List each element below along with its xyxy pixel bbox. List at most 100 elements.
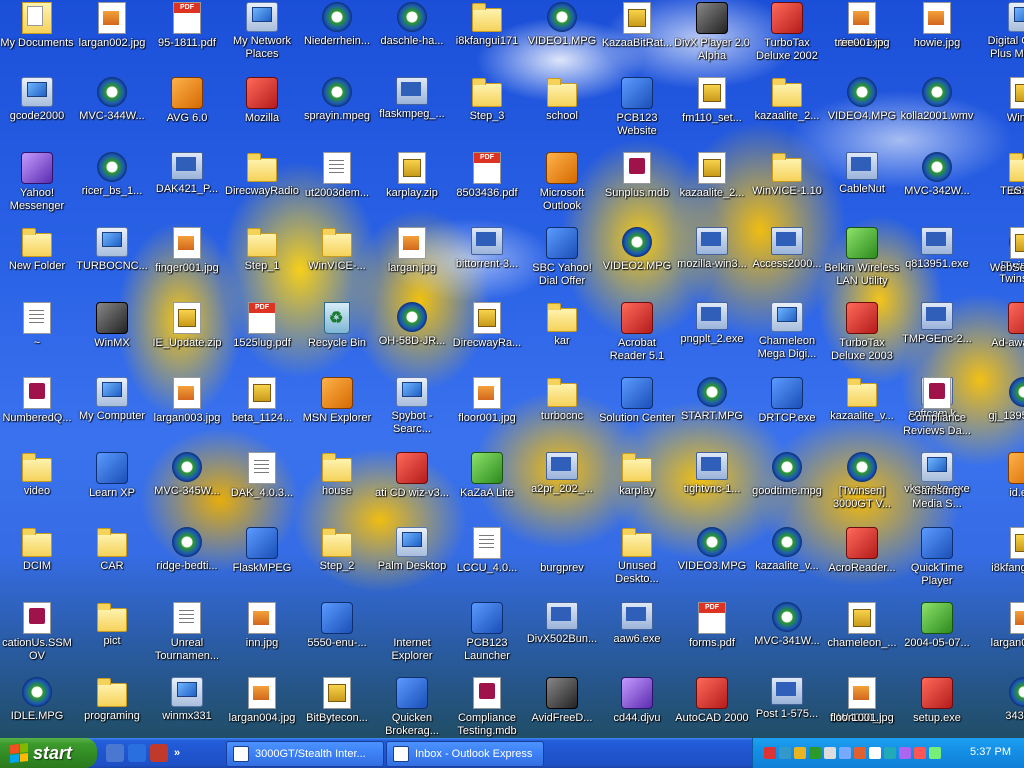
desktop-icon[interactable]: bittorrent-3... xyxy=(449,227,525,271)
desktop-icon[interactable]: Compliance Testing.mdb xyxy=(449,677,525,738)
show-desktop-icon[interactable] xyxy=(106,744,124,762)
tray-icon[interactable] xyxy=(899,747,911,759)
tray-icon[interactable] xyxy=(839,747,851,759)
desktop-icon[interactable]: MVC-341W... xyxy=(749,602,825,648)
desktop-icon[interactable]: VIDEO4.MPG xyxy=(824,77,900,123)
desktop-icon[interactable]: PCB123 Website xyxy=(599,77,675,138)
desktop-icon[interactable]: 95-1811.pdf xyxy=(149,2,225,50)
desktop-icon[interactable]: DivX502Bun... xyxy=(524,602,600,646)
desktop-icon[interactable]: kazaalite_v... xyxy=(824,377,900,423)
desktop-icon[interactable]: WinVICE-... xyxy=(299,227,375,273)
desktop-icon[interactable]: Recycle Bin xyxy=(299,302,375,350)
desktop-icon[interactable]: ut2003dem... xyxy=(299,152,375,200)
desktop-icon[interactable]: My Computer xyxy=(74,377,150,423)
desktop-icon[interactable]: Compliance Reviews Da... xyxy=(899,377,975,438)
tray-icon[interactable] xyxy=(764,747,776,759)
desktop-icon[interactable]: kolla2001.wmv xyxy=(899,77,975,123)
desktop-icon[interactable]: WinMX xyxy=(74,302,150,350)
tray-icon[interactable] xyxy=(809,747,821,759)
tray-icon[interactable] xyxy=(869,747,881,759)
desktop-icon[interactable]: BitBytecon... xyxy=(299,677,375,725)
desktop-icon[interactable]: Microsoft Outlook xyxy=(524,152,600,213)
desktop-icon[interactable]: TMPGEnc-2... xyxy=(899,302,975,346)
desktop-icon[interactable]: Sunplus.mdb xyxy=(599,152,675,200)
desktop-icon[interactable]: Quicken Brokerag... xyxy=(374,677,450,738)
desktop-icon[interactable]: Access2000... xyxy=(749,227,825,271)
desktop-icon[interactable]: DRTCP.exe xyxy=(749,377,825,425)
desktop-icon[interactable]: howie.jpg xyxy=(899,2,975,50)
desktop-icon[interactable]: forms.pdf xyxy=(674,602,750,650)
desktop-icon[interactable]: beta_1124... xyxy=(224,377,300,425)
desktop-icon[interactable]: DAK_4.0.3... xyxy=(224,452,300,500)
desktop-icon[interactable]: CableNut xyxy=(824,152,900,196)
desktop-icon[interactable]: 8503436.pdf xyxy=(449,152,525,200)
desktop-icon[interactable]: TEST.sr... xyxy=(986,152,1024,198)
desktop-icon[interactable]: LCCU_4.0... xyxy=(449,527,525,575)
desktop-icon[interactable]: aaw6.exe xyxy=(599,602,675,646)
desktop-icon[interactable]: TurboTax Deluxe 2003 xyxy=(824,302,900,363)
desktop-icon[interactable]: turbocnc xyxy=(524,377,600,423)
desktop-icon[interactable]: WinZip xyxy=(986,77,1024,125)
desktop-icon[interactable]: winmx331 xyxy=(149,677,225,723)
desktop-icon[interactable]: CAR xyxy=(74,527,150,573)
desktop-icon[interactable]: goodtime.mpg xyxy=(749,452,825,498)
desktop-icon[interactable]: MVC-345W... xyxy=(149,452,225,498)
desktop-icon[interactable]: burgprev xyxy=(524,527,600,575)
desktop-icon[interactable]: largan004.jpg xyxy=(224,677,300,725)
clock[interactable]: 5:37 PM xyxy=(970,746,1011,758)
tray-icon[interactable] xyxy=(794,747,806,759)
desktop-icon[interactable]: PCB123 Launcher xyxy=(449,602,525,663)
desktop-icon[interactable]: 5550-enu-... xyxy=(299,602,375,650)
internet-explorer-icon[interactable] xyxy=(128,744,146,762)
desktop-icon[interactable]: MVC-342W... xyxy=(899,152,975,198)
desktop-icon[interactable]: VIDEO3.MPG xyxy=(674,527,750,573)
quick-launch-more-button[interactable]: » xyxy=(174,747,180,759)
tray-icon[interactable] xyxy=(824,747,836,759)
desktop-icon[interactable]: Learn XP xyxy=(74,452,150,500)
desktop-icon[interactable]: tree001.jpg xyxy=(824,2,900,50)
desktop-icon[interactable]: kazaalite_v... xyxy=(749,527,825,573)
desktop-icon[interactable]: AvidFreeD... xyxy=(524,677,600,725)
desktop-icon[interactable]: Samsung Media S... xyxy=(899,452,975,511)
media-player-icon[interactable] xyxy=(150,744,168,762)
desktop-icon[interactable]: OH-58D-JR... xyxy=(374,302,450,348)
desktop-icon[interactable]: gcode2000 xyxy=(0,77,75,123)
desktop-icon[interactable]: SBC Yahoo! Dial Offer xyxy=(524,227,600,288)
desktop-icon[interactable]: Unreal Tournamen... xyxy=(149,602,225,663)
desktop-icon[interactable]: MVC-344W... xyxy=(74,77,150,123)
desktop-icon[interactable]: MSN Explorer xyxy=(299,377,375,425)
desktop-icon[interactable]: [Twinsen] 3000GT V... xyxy=(824,452,900,511)
desktop-icon[interactable]: Internet Explorer xyxy=(374,602,450,663)
desktop-icon[interactable]: cationUs.SSMOV xyxy=(0,602,75,663)
desktop-icon[interactable]: Belkin Wireless LAN Utility xyxy=(824,227,900,288)
desktop-icon[interactable]: AutoCAD 2000 xyxy=(674,677,750,725)
desktop-icon[interactable]: KaZaA Lite xyxy=(449,452,525,500)
desktop-icon[interactable]: TurboTax Deluxe 2002 xyxy=(749,2,825,63)
desktop-icon[interactable]: New Folder xyxy=(0,227,75,273)
desktop-icon[interactable]: Ad-aware 6.0 xyxy=(986,302,1024,350)
desktop-icon[interactable]: KazaaBitRat... xyxy=(599,2,675,50)
desktop-icon[interactable]: Post 1-575... xyxy=(749,677,825,721)
desktop-icon[interactable]: i8kfangui171 xyxy=(449,2,525,48)
desktop-icon[interactable]: VIDEO1.MPG xyxy=(524,2,600,48)
desktop-icon[interactable]: house xyxy=(299,452,375,498)
desktop-icon[interactable]: DivX Player 2.0 Alpha xyxy=(674,2,750,63)
desktop-icon[interactable]: Step_3 xyxy=(449,77,525,123)
desktop-icon[interactable]: programing xyxy=(74,677,150,723)
desktop-icon[interactable]: Niederrhein... xyxy=(299,2,375,48)
desktop-icon[interactable]: karplay xyxy=(599,452,675,498)
desktop-icon[interactable]: TURBOCNC... xyxy=(74,227,150,273)
desktop-icon[interactable]: ati CD wiz-v3... xyxy=(374,452,450,500)
desktop-icon[interactable]: floor001.jpg xyxy=(449,377,525,425)
desktop-icon[interactable]: NumberedQ... xyxy=(0,377,75,425)
desktop-icon[interactable]: largan002.jpg xyxy=(74,2,150,50)
taskbar-button[interactable]: 3000GT/Stealth Inter... xyxy=(226,741,384,767)
desktop[interactable]: My Documents gcode2000 Yahoo! Messenger New… xyxy=(0,0,1024,738)
desktop-icon[interactable]: tightvnc-1... xyxy=(674,452,750,496)
desktop-icon[interactable]: Step_1 xyxy=(224,227,300,273)
desktop-icon[interactable]: VIDEO2.MPG xyxy=(599,227,675,273)
tray-icon[interactable] xyxy=(914,747,926,759)
desktop-icon[interactable]: FlaskMPEG xyxy=(224,527,300,575)
desktop-icon[interactable]: mozilla-win3... xyxy=(674,227,750,271)
tray-icon[interactable] xyxy=(854,747,866,759)
